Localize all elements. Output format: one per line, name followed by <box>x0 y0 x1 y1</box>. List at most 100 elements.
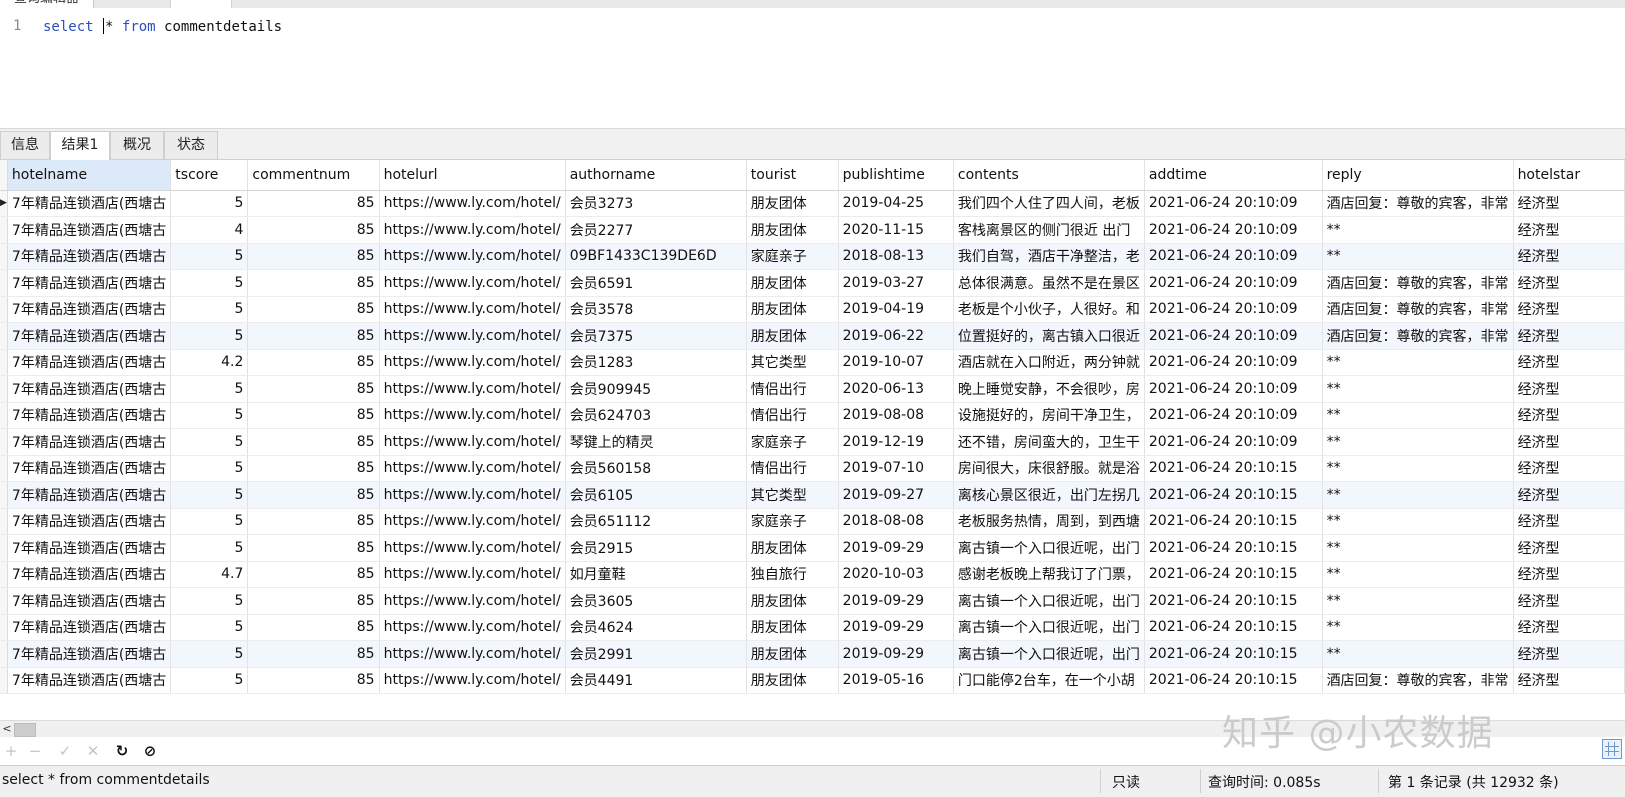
result-grid[interactable]: hotelname tscore commentnum hotelurl authorn… <box>0 160 1625 720</box>
row-indicator[interactable] <box>0 614 8 641</box>
table-row[interactable]: 7年精品连锁酒店(西塘古 5 85 https://www.ly.com/hotel/… <box>0 455 1625 482</box>
cell-hotelname[interactable]: 7年精品连锁酒店(西塘古 <box>7 508 172 535</box>
table-row[interactable]: 7年精品连锁酒店(西塘古 4.2 85 https://www.ly.com/hote… <box>0 349 1625 376</box>
cell-addtime[interactable]: 2021-06-24 20:10:09 <box>1144 375 1323 403</box>
table-row[interactable]: 7年精品连锁酒店(西塘古 5 85 https://www.ly.com/hotel/… <box>0 587 1625 615</box>
add-record-button[interactable]: + <box>0 740 22 762</box>
tab-result1[interactable]: 结果1 <box>50 131 110 161</box>
cell-contents[interactable]: 老板服务热情，周到，到西塘 <box>953 508 1145 535</box>
cell-contents[interactable]: 门口能停2台车，在一个小胡 <box>953 667 1145 694</box>
row-indicator[interactable] <box>0 375 8 403</box>
scroll-thumb[interactable] <box>14 723 36 737</box>
cell-contents[interactable]: 离古镇一个入口很近呢，出门 <box>953 534 1145 562</box>
cell-hotelurl[interactable]: https://www.ly.com/hotel/ <box>379 561 566 588</box>
cell-commentnum[interactable]: 85 <box>247 349 380 376</box>
cell-addtime[interactable]: 2021-06-24 20:10:15 <box>1144 534 1323 562</box>
cell-hotelstar[interactable]: 经济型 <box>1513 508 1625 535</box>
cell-tscore[interactable]: 4.7 <box>170 561 249 588</box>
cell-reply[interactable]: ** <box>1322 614 1514 641</box>
cell-tscore[interactable]: 5 <box>170 269 249 297</box>
cell-hotelurl[interactable]: https://www.ly.com/hotel/ <box>379 614 566 641</box>
cell-publishtime[interactable]: 2019-09-27 <box>838 481 954 509</box>
cell-hotelstar[interactable]: 经济型 <box>1513 481 1625 509</box>
tab-overview[interactable]: 概况 <box>110 131 164 159</box>
cell-tourist[interactable]: 朋友团体 <box>746 216 839 244</box>
table-row[interactable]: 7年精品连锁酒店(西塘古 5 85 https://www.ly.com/hotel/… <box>0 667 1625 694</box>
cell-addtime[interactable]: 2021-06-24 20:10:15 <box>1144 455 1323 482</box>
cell-tourist[interactable]: 朋友团体 <box>746 587 839 615</box>
cell-hotelurl[interactable]: https://www.ly.com/hotel/ <box>379 428 566 456</box>
cell-reply[interactable]: ** <box>1322 587 1514 615</box>
cell-hotelurl[interactable]: https://www.ly.com/hotel/ <box>379 190 566 217</box>
row-indicator[interactable] <box>0 216 8 244</box>
row-indicator[interactable] <box>0 455 8 482</box>
cell-addtime[interactable]: 2021-06-24 20:10:09 <box>1144 216 1323 244</box>
cell-reply[interactable]: 酒店回复：尊敬的宾客，非常 <box>1322 667 1514 694</box>
cell-hotelstar[interactable]: 经济型 <box>1513 322 1625 350</box>
cell-commentnum[interactable]: 85 <box>247 375 380 403</box>
cell-tscore[interactable]: 5 <box>170 243 249 270</box>
row-indicator[interactable] <box>0 349 8 376</box>
cell-reply[interactable]: ** <box>1322 534 1514 562</box>
cell-hotelstar[interactable]: 经济型 <box>1513 375 1625 403</box>
cell-tscore[interactable]: 5 <box>170 402 249 429</box>
cell-tscore[interactable]: 5 <box>170 322 249 350</box>
table-row[interactable]: 7年精品连锁酒店(西塘古 5 85 https://www.ly.com/hotel/… <box>0 614 1625 641</box>
cell-authorname[interactable]: 会员6105 <box>565 481 747 509</box>
cell-reply[interactable]: 酒店回复：尊敬的宾客，非常 <box>1322 269 1514 297</box>
cell-addtime[interactable]: 2021-06-24 20:10:15 <box>1144 640 1323 668</box>
cell-addtime[interactable]: 2021-06-24 20:10:15 <box>1144 587 1323 615</box>
cell-hotelstar[interactable]: 经济型 <box>1513 269 1625 297</box>
cell-tourist[interactable]: 朋友团体 <box>746 667 839 694</box>
cell-commentnum[interactable]: 85 <box>247 455 380 482</box>
cell-addtime[interactable]: 2021-06-24 20:10:15 <box>1144 481 1323 509</box>
table-row[interactable]: 7年精品连锁酒店(西塘古 5 85 https://www.ly.com/hotel/… <box>0 269 1625 297</box>
row-indicator[interactable] <box>0 296 8 323</box>
row-indicator[interactable] <box>0 640 8 668</box>
cell-contents[interactable]: 我们自驾，酒店干净整洁，老 <box>953 243 1145 270</box>
cell-authorname[interactable]: 琴键上的精灵 <box>565 428 747 456</box>
cell-tscore[interactable]: 5 <box>170 455 249 482</box>
cell-tscore[interactable]: 5 <box>170 614 249 641</box>
cell-hotelstar[interactable]: 经济型 <box>1513 402 1625 429</box>
table-row[interactable]: 7年精品连锁酒店(西塘古 5 85 https://www.ly.com/hotel/… <box>0 322 1625 350</box>
table-row[interactable]: ▶ 7年精品连锁酒店(西塘古 5 85 https://www.ly.com/hotel… <box>0 190 1625 217</box>
table-row[interactable]: 7年精品连锁酒店(西塘古 5 85 https://www.ly.com/hotel/… <box>0 534 1625 562</box>
cell-hotelname[interactable]: 7年精品连锁酒店(西塘古 <box>7 190 172 217</box>
cell-publishtime[interactable]: 2019-09-29 <box>838 534 954 562</box>
cell-addtime[interactable]: 2021-06-24 20:10:09 <box>1144 322 1323 350</box>
cell-commentnum[interactable]: 85 <box>247 216 380 244</box>
row-indicator[interactable] <box>0 322 8 350</box>
cell-commentnum[interactable]: 85 <box>247 296 380 323</box>
sql-editor[interactable]: 1 select * from commentdetails <box>0 8 1625 126</box>
cell-contents[interactable]: 感谢老板晚上帮我订了门票， <box>953 561 1145 588</box>
cell-contents[interactable]: 还不错，房间蛮大的，卫生干 <box>953 428 1145 456</box>
cell-hotelname[interactable]: 7年精品连锁酒店(西塘古 <box>7 640 172 668</box>
cell-tourist[interactable]: 情侣出行 <box>746 402 839 429</box>
cell-publishtime[interactable]: 2019-04-25 <box>838 190 954 217</box>
cell-reply[interactable]: ** <box>1322 216 1514 244</box>
cell-contents[interactable]: 晚上睡觉安静，不会很吵，房 <box>953 375 1145 403</box>
table-row[interactable]: 7年精品连锁酒店(西塘古 5 85 https://www.ly.com/hotel/… <box>0 243 1625 270</box>
query-editor-tab[interactable]: 查询编辑器 <box>0 0 95 8</box>
cell-hotelname[interactable]: 7年精品连锁酒店(西塘古 <box>7 561 172 588</box>
cell-hotelstar[interactable]: 经济型 <box>1513 667 1625 694</box>
cell-publishtime[interactable]: 2018-08-13 <box>838 243 954 270</box>
cell-hotelurl[interactable]: https://www.ly.com/hotel/ <box>379 375 566 403</box>
cell-tourist[interactable]: 朋友团体 <box>746 296 839 323</box>
cell-addtime[interactable]: 2021-06-24 20:10:09 <box>1144 190 1323 217</box>
cell-reply[interactable]: 酒店回复：尊敬的宾客，非常 <box>1322 322 1514 350</box>
cell-hotelurl[interactable]: https://www.ly.com/hotel/ <box>379 349 566 376</box>
cell-tourist[interactable]: 朋友团体 <box>746 640 839 668</box>
cell-hotelname[interactable]: 7年精品连锁酒店(西塘古 <box>7 322 172 350</box>
cell-authorname[interactable]: 会员560158 <box>565 455 747 482</box>
cell-tscore[interactable]: 5 <box>170 640 249 668</box>
cell-addtime[interactable]: 2021-06-24 20:10:09 <box>1144 243 1323 270</box>
cell-commentnum[interactable]: 85 <box>247 614 380 641</box>
column-header-reply[interactable]: reply <box>1322 160 1514 191</box>
cell-hotelname[interactable]: 7年精品连锁酒店(西塘古 <box>7 375 172 403</box>
cell-tscore[interactable]: 5 <box>170 190 249 217</box>
cell-publishtime[interactable]: 2019-07-10 <box>838 455 954 482</box>
cell-tourist[interactable]: 朋友团体 <box>746 534 839 562</box>
cell-commentnum[interactable]: 85 <box>247 534 380 562</box>
